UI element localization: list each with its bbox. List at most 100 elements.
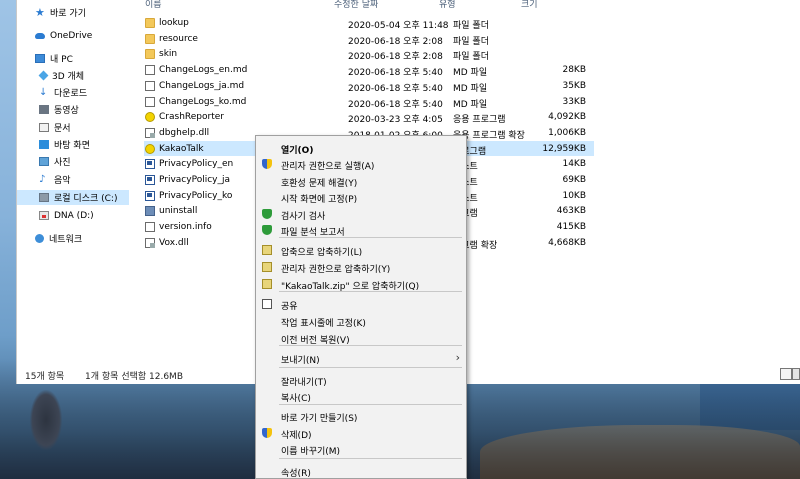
context-menu-item[interactable]: 삭제(D) bbox=[256, 425, 466, 441]
context-menu-item[interactable]: 작업 표시줄에 고정(K) bbox=[256, 313, 466, 329]
network-icon bbox=[35, 234, 44, 243]
file-name: PrivacyPolicy_en bbox=[159, 159, 234, 170]
menu-item-label: 호환성 문제 해결(Y) bbox=[281, 179, 358, 189]
menu-item-label: 관리자 권한으로 실행(A) bbox=[281, 162, 375, 172]
file-name: PrivacyPolicy_ja bbox=[159, 175, 230, 185]
nav-downloads[interactable]: ↓ 다운로드 bbox=[39, 85, 155, 100]
context-menu-item[interactable]: 관리자 권한으로 압축하기(Y) bbox=[256, 259, 466, 275]
nav-label: 바탕 화면 bbox=[54, 141, 90, 151]
file-type: MD 파일 bbox=[453, 99, 488, 110]
dll-file-icon bbox=[145, 127, 155, 138]
context-menu-item[interactable]: 이전 버전 복원(V) bbox=[256, 330, 466, 346]
menu-item-label: 검사기 검사 bbox=[281, 212, 326, 222]
dll-file-icon bbox=[145, 237, 155, 248]
menu-item-label: 열기(O) bbox=[281, 146, 314, 156]
file-type: 응용 프로그램 bbox=[453, 115, 506, 126]
nav-this-pc[interactable]: 내 PC bbox=[35, 51, 151, 66]
nav-pictures[interactable]: 사진 bbox=[39, 154, 155, 169]
file-size: 1,006KB bbox=[548, 127, 586, 138]
column-header-date[interactable]: 수정한 날짜 bbox=[334, 0, 378, 10]
menu-item-label: 시작 화면에 고정(P) bbox=[281, 195, 358, 205]
menu-item-label: 바로 가기 만들기(S) bbox=[281, 414, 358, 424]
rtf-file-icon bbox=[145, 159, 155, 170]
usb-drive-icon bbox=[39, 211, 49, 220]
file-row[interactable]: ChangeLogs_en.md 2020-06-18 오후 5:40 MD 파일 2… bbox=[144, 62, 594, 78]
context-menu-item[interactable]: 압축으로 압축하기(L) bbox=[256, 242, 466, 258]
nav-label: DNA (D:) bbox=[54, 210, 94, 221]
context-menu-item[interactable]: 공유 bbox=[256, 296, 466, 312]
file-type: MD 파일 bbox=[453, 83, 488, 94]
file-date: 2020-05-04 오후 11:48 bbox=[348, 21, 449, 31]
nav-network[interactable]: 네트워크 bbox=[35, 231, 151, 246]
context-menu-item[interactable]: 이름 바꾸기(M) bbox=[256, 441, 466, 457]
nav-label: 내 PC bbox=[50, 55, 73, 65]
column-header-type[interactable]: 유형 bbox=[439, 0, 456, 10]
menu-separator bbox=[279, 404, 462, 405]
zip-icon bbox=[262, 262, 272, 272]
column-header-size[interactable]: 크기 bbox=[521, 0, 538, 10]
share-icon bbox=[262, 299, 272, 309]
navigation-pane: ★ 바로 가기 OneDrive 내 PC 3D 개체 ↓ 다운로드 동영상 문… bbox=[17, 0, 133, 362]
file-row[interactable]: CrashReporter 2020-03-23 오후 4:05 응용 프로그램 4,… bbox=[144, 109, 594, 125]
file-type: 파일 폴더 bbox=[453, 52, 489, 63]
nav-label: 문서 bbox=[54, 124, 71, 134]
wallpaper-figure bbox=[30, 390, 62, 450]
nav-desktop[interactable]: 바탕 화면 bbox=[39, 137, 155, 152]
shield-icon bbox=[262, 428, 272, 438]
file-size: 69KB bbox=[562, 175, 586, 185]
kakao-app-icon bbox=[145, 143, 155, 154]
menu-separator bbox=[279, 367, 462, 368]
file-date: 2020-03-23 오후 4:05 bbox=[348, 115, 443, 126]
nav-3d-objects[interactable]: 3D 개체 bbox=[38, 68, 155, 83]
context-menu-item[interactable]: 열기(O) bbox=[256, 140, 466, 156]
context-menu-item[interactable]: 바로 가기 만들기(S) bbox=[256, 408, 466, 424]
view-details-button[interactable] bbox=[780, 368, 792, 380]
nav-drive-d[interactable]: DNA (D:) bbox=[39, 208, 155, 223]
file-name: CrashReporter bbox=[159, 112, 224, 123]
context-menu-item[interactable]: 잘라내기(T) bbox=[256, 372, 466, 388]
context-menu-item[interactable]: 속성(R) bbox=[256, 463, 466, 479]
chevron-right-icon: › bbox=[455, 351, 460, 364]
file-row[interactable]: lookup 2020-05-04 오후 11:48 파일 폴더 bbox=[144, 15, 594, 31]
nav-onedrive[interactable]: OneDrive bbox=[35, 28, 151, 43]
context-menu-item[interactable]: "KakaoTalk.zip" 으로 압축하기(Q) bbox=[256, 276, 466, 292]
menu-item-label: 복사(C) bbox=[281, 394, 311, 404]
file-size: 4,092KB bbox=[548, 112, 586, 123]
context-menu-item[interactable]: 보내기(N) › bbox=[256, 350, 466, 366]
file-row[interactable]: ChangeLogs_ja.md 2020-06-18 오후 5:40 MD 파일 3… bbox=[144, 78, 594, 94]
file-size: 415KB bbox=[556, 222, 586, 233]
nav-music[interactable]: ♪ 음악 bbox=[39, 172, 155, 187]
file-date: 2020-06-18 오후 2:08 bbox=[348, 52, 443, 63]
file-size: 10KB bbox=[562, 190, 586, 201]
column-header-name[interactable]: 이름 bbox=[145, 0, 162, 10]
menu-item-label: 공유 bbox=[281, 302, 298, 312]
context-menu-item[interactable]: 호환성 문제 해결(Y) bbox=[256, 173, 466, 189]
video-icon bbox=[39, 105, 49, 114]
file-name: resource bbox=[159, 33, 198, 44]
context-menu-item[interactable]: 파일 분석 보고서 bbox=[256, 222, 466, 238]
file-size: 28KB bbox=[562, 65, 586, 76]
context-menu-item[interactable]: 검사기 검사 bbox=[256, 206, 466, 222]
download-icon: ↓ bbox=[39, 87, 48, 98]
view-tiles-button[interactable] bbox=[792, 368, 800, 380]
file-date: 2020-06-18 오후 5:40 bbox=[348, 83, 443, 94]
context-menu-item[interactable]: 관리자 권한으로 실행(A) bbox=[256, 156, 466, 172]
nav-local-disk-c[interactable]: 로컬 디스크 (C:) bbox=[17, 190, 129, 205]
folder-icon bbox=[145, 18, 155, 28]
context-menu-item[interactable]: 시작 화면에 고정(P) bbox=[256, 189, 466, 205]
file-row[interactable]: ChangeLogs_ko.md 2020-06-18 오후 5:40 MD 파일 3… bbox=[144, 94, 594, 110]
context-menu-item[interactable]: 복사(C) bbox=[256, 388, 466, 404]
defender-icon bbox=[262, 209, 272, 219]
file-row[interactable]: skin 2020-06-18 오후 2:08 파일 폴더 bbox=[144, 46, 594, 62]
file-size: 14KB bbox=[562, 159, 586, 170]
menu-item-label: 압축으로 압축하기(L) bbox=[281, 248, 363, 258]
file-row[interactable]: resource 2020-06-18 오후 2:08 파일 폴더 bbox=[144, 31, 594, 47]
cloud-icon bbox=[35, 32, 45, 39]
file-name: Vox.dll bbox=[159, 237, 189, 248]
menu-separator bbox=[279, 458, 462, 459]
nav-quick-access[interactable]: ★ 바로 가기 bbox=[35, 5, 151, 20]
md-file-icon bbox=[145, 96, 155, 107]
nav-documents[interactable]: 문서 bbox=[39, 120, 155, 135]
nav-label: OneDrive bbox=[50, 30, 93, 41]
nav-videos[interactable]: 동영상 bbox=[39, 102, 155, 117]
